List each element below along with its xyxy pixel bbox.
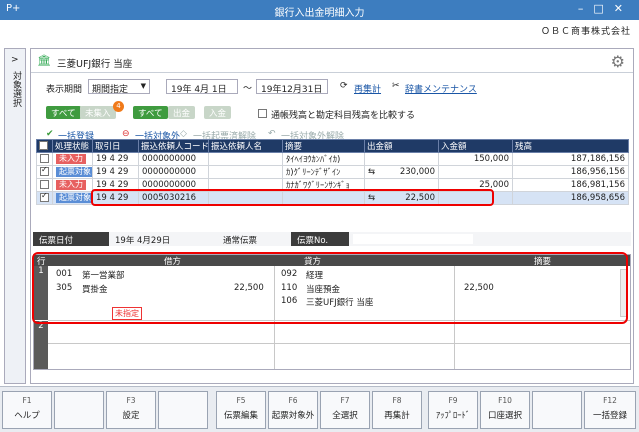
status-badge: 未入力 (56, 154, 86, 164)
cancel-registered-icon: ◇ (180, 129, 187, 139)
name-cell (208, 152, 283, 166)
filter-withdrawal[interactable]: 出金 (168, 106, 196, 119)
voucher-no-input[interactable] (353, 234, 473, 244)
company-name: ＯＢＣ商事株式会社 (540, 27, 631, 37)
dictionary-link[interactable]: 辞書メンテナンス (405, 82, 477, 95)
recalc-icon: ⟳ (340, 81, 348, 91)
balance-cell: 186,958,656 (512, 191, 629, 205)
title-bar: P+ 銀行入出金明細入力 –□✕ (0, 0, 639, 20)
bank-icon: 🏛 (37, 54, 51, 67)
row-checkbox[interactable] (40, 167, 49, 176)
f7-select-all-button[interactable]: F7 全選択 (320, 391, 370, 429)
f9-upload-button[interactable]: F9 ｱｯﾌﾟﾛｰﾄﾞ (428, 391, 478, 429)
balance-cell: 186,981,156 (512, 178, 629, 192)
col-code[interactable]: 振込依頼人コード (138, 139, 209, 153)
expand-arrow-icon: > (11, 55, 19, 65)
f2-blank-button[interactable] (54, 391, 104, 429)
f8-recalc-button[interactable]: F8 再集計 (372, 391, 422, 429)
col-balance[interactable]: 残高 (512, 139, 629, 153)
count-badge: 4 (113, 101, 124, 112)
journal-row-number: 2 (34, 321, 48, 369)
status-badge: 未入力 (56, 180, 86, 190)
row-checkbox[interactable] (40, 154, 49, 163)
minus-icon: ⊖ (122, 129, 130, 139)
code-cell: 0000000000 (138, 152, 209, 166)
f6-exclude-button[interactable]: F6 起票対象外 (268, 391, 318, 429)
col-summary[interactable]: 摘要 (282, 139, 365, 153)
code-cell: 0000000000 (138, 165, 209, 179)
f3-settings-button[interactable]: F3 設定 (106, 391, 156, 429)
compare-label: 通帳残高と勘定科目残高を比較する (271, 111, 416, 121)
chevron-down-icon: ▼ (140, 82, 146, 90)
select-all-checkbox[interactable] (39, 141, 48, 150)
function-key-bar: F1 ヘルプ F3 設定 F5 伝票編集 F6 起票対象外 F7 全選択 F8 再集計 F9… (0, 386, 639, 432)
filter-unaggregated[interactable]: 未集入 (80, 106, 116, 119)
date-cell: 19 4 29 (92, 165, 139, 179)
summary-cell: ｶ)ｸﾞﾘｰﾝﾃﾞｻﾞｲﾝ (282, 165, 365, 179)
highlight-selected-row (91, 189, 494, 206)
f1-help-button[interactable]: F1 ヘルプ (2, 391, 52, 429)
out-cell (364, 152, 439, 166)
row-checkbox[interactable] (40, 193, 49, 202)
window-title: 銀行入出金明細入力 (274, 8, 365, 19)
side-tab-label: 対象選択 (11, 71, 21, 107)
in-cell: 150,000 (438, 152, 513, 166)
window-controls[interactable]: –□✕ (578, 2, 633, 15)
balance-cell: 187,186,156 (512, 152, 629, 166)
name-cell (208, 165, 283, 179)
range-tilde: ～ (243, 84, 253, 94)
summary-cell: ﾀｲﾍｲﾖｳｶﾝﾊﾞｲｶ) (282, 152, 365, 166)
in-cell (438, 165, 513, 179)
col-status[interactable]: 処理状態 (52, 139, 93, 153)
bank-name: 三菱UFJ銀行 当座 (57, 59, 133, 70)
f5-edit-voucher-button[interactable]: F5 伝票編集 (216, 391, 266, 429)
col-date[interactable]: 取引日 (92, 139, 139, 153)
period-select[interactable]: 期間指定 ▼ (88, 79, 150, 95)
col-name[interactable]: 振込依頼人名 (208, 139, 283, 153)
voucher-type[interactable]: 通常伝票 (223, 234, 257, 246)
status-badge: 起票対象 (56, 167, 92, 177)
target-select-tab[interactable]: > 対象選択 (4, 48, 26, 384)
balance-cell: 186,956,156 (512, 165, 629, 179)
row-divider (48, 343, 630, 344)
f4-blank-button[interactable] (158, 391, 208, 429)
filter-all-status[interactable]: すべて (46, 106, 81, 119)
highlight-journal-row (32, 252, 628, 324)
table-row[interactable]: 未入力 19 4 29 0000000000 ﾀｲﾍｲﾖｳｶﾝﾊﾞｲｶ) 150… (36, 152, 629, 166)
gear-icon[interactable]: ⚙ (611, 52, 625, 71)
voucher-date-label: 伝票日付 (33, 232, 109, 246)
filter-deposit[interactable]: 入金 (204, 106, 232, 119)
period-label: 表示期間 (46, 85, 83, 95)
cancel-excluded-icon: ↶ (268, 129, 276, 139)
check-icon: ✔ (46, 129, 54, 139)
date-cell: 19 4 29 (92, 152, 139, 166)
row-checkbox[interactable] (40, 180, 49, 189)
f11-blank-button[interactable] (532, 391, 582, 429)
table-row[interactable]: 起票対象 19 4 29 0000000000 ｶ)ｸﾞﾘｰﾝﾃﾞｻﾞｲﾝ ⇆2… (36, 165, 629, 179)
bank-header: 🏛 三菱UFJ銀行 当座 ⚙ (31, 49, 633, 73)
status-badge: 起票対象 (56, 193, 92, 203)
col-check[interactable] (36, 139, 53, 153)
voucher-no-label: 伝票No. (291, 232, 349, 246)
period-value: 期間指定 (92, 85, 129, 95)
out-cell: ⇆ 230,000 (364, 165, 439, 179)
date-to-input[interactable]: 19年12月31日 (256, 79, 328, 95)
voucher-header: 伝票日付 19年 4月29日 通常伝票 伝票No. (33, 232, 631, 246)
col-out[interactable]: 出金額 (364, 139, 439, 153)
f10-account-select-button[interactable]: F10 口座選択 (480, 391, 530, 429)
filter-all-type[interactable]: すべて (133, 106, 168, 119)
recalc-link[interactable]: 再集計 (354, 82, 381, 95)
f12-register-all-button[interactable]: F12 一括登録 (584, 391, 636, 429)
tools-icon: ✂ (392, 81, 400, 91)
voucher-date-value[interactable]: 19年 4月29日 (115, 234, 170, 246)
table-header-row: 処理状態 取引日 振込依頼人コード 振込依頼人名 摘要 出金額 入金額 残高 (36, 139, 629, 153)
date-from-input[interactable]: 19年 4月 1日 (166, 79, 238, 95)
linked-icon: ⇆ (368, 167, 376, 177)
col-in[interactable]: 入金額 (438, 139, 513, 153)
compare-checkbox[interactable] (258, 109, 267, 118)
